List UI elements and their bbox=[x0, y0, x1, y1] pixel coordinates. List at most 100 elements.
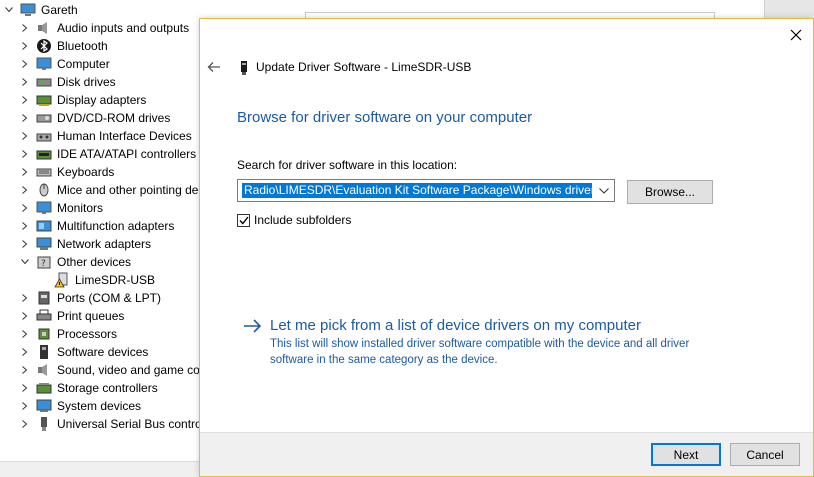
tree-item-multifunction-adapters[interactable]: Multifunction adapters bbox=[0, 217, 205, 235]
tree-item-mice-and-other-pointing-de[interactable]: Mice and other pointing de bbox=[0, 181, 205, 199]
tree-item-label: IDE ATA/ATAPI controllers bbox=[57, 147, 197, 161]
tree-item-disk-drives[interactable]: Disk drives bbox=[0, 73, 205, 91]
tree-item-display-adapters[interactable]: Display adapters bbox=[0, 91, 205, 109]
include-subfolders-checkbox[interactable] bbox=[237, 213, 250, 227]
tree-item-label: Audio inputs and outputs bbox=[57, 21, 190, 35]
tree-item-network-adapters[interactable]: Network adapters bbox=[0, 235, 205, 253]
chevron-right-icon[interactable] bbox=[20, 397, 30, 415]
include-subfolders-label: Include subfolders bbox=[254, 213, 352, 227]
back-button[interactable] bbox=[206, 59, 222, 75]
speaker-icon bbox=[36, 362, 52, 378]
port-icon bbox=[36, 290, 52, 306]
arrow-right-icon bbox=[243, 318, 263, 334]
chevron-right-icon[interactable] bbox=[20, 235, 30, 253]
chevron-right-icon[interactable] bbox=[20, 307, 30, 325]
next-button[interactable]: Next bbox=[651, 443, 721, 466]
tree-item-label: Sound, video and game co bbox=[57, 363, 200, 377]
browse-button[interactable]: Browse... bbox=[627, 180, 713, 204]
chevron-right-icon[interactable] bbox=[20, 181, 30, 199]
chevron-right-icon[interactable] bbox=[20, 217, 30, 235]
chevron-right-icon[interactable] bbox=[20, 19, 30, 37]
chevron-down-icon[interactable] bbox=[20, 253, 30, 271]
tree-item-dvd-cd-rom-drives[interactable]: DVD/CD-ROM drives bbox=[0, 109, 205, 127]
chevron-right-icon[interactable] bbox=[20, 163, 30, 181]
dialog-heading: Browse for driver software on your compu… bbox=[237, 109, 533, 126]
horizontal-scrollbar[interactable] bbox=[0, 461, 200, 477]
update-driver-dialog: Update Driver Software - LimeSDR-USB Bro… bbox=[199, 18, 814, 477]
tree-item-bluetooth[interactable]: Bluetooth bbox=[0, 37, 205, 55]
chevron-right-icon[interactable] bbox=[20, 37, 30, 55]
tree-item-label: Ports (COM & LPT) bbox=[57, 291, 162, 305]
tree-item-label: Network adapters bbox=[57, 237, 152, 251]
close-icon bbox=[790, 29, 802, 41]
tree-root[interactable]: Gareth bbox=[0, 1, 205, 19]
cancel-button[interactable]: Cancel bbox=[730, 443, 800, 466]
chevron-right-icon[interactable] bbox=[20, 73, 30, 91]
usb-icon bbox=[36, 416, 52, 432]
chevron-right-icon[interactable] bbox=[20, 91, 30, 109]
driver-path-value[interactable]: Radio\LIMESDR\Evaluation Kit Software Pa… bbox=[242, 183, 592, 198]
ide-controller-icon bbox=[36, 146, 52, 162]
tree-item-ide-ata-atapi-controllers[interactable]: IDE ATA/ATAPI controllers bbox=[0, 145, 205, 163]
tree-item-label: Computer bbox=[57, 57, 110, 71]
chevron-right-icon[interactable] bbox=[20, 55, 30, 73]
hid-icon bbox=[36, 128, 52, 144]
tree-item-keyboards[interactable]: Keyboards bbox=[0, 163, 205, 181]
tree-item-universal-serial-bus-contro[interactable]: Universal Serial Bus contro bbox=[0, 415, 205, 433]
tree-item-label: Universal Serial Bus contro bbox=[57, 417, 202, 431]
chevron-right-icon[interactable] bbox=[20, 289, 30, 307]
tree-item-label: System devices bbox=[57, 399, 142, 413]
chevron-right-icon[interactable] bbox=[20, 361, 30, 379]
pick-driver-link[interactable]: Let me pick from a list of device driver… bbox=[270, 316, 641, 336]
chevron-right-icon[interactable] bbox=[20, 127, 30, 145]
chevron-right-icon[interactable] bbox=[20, 145, 30, 163]
tree-item-human-interface-devices[interactable]: Human Interface Devices bbox=[0, 127, 205, 145]
tree-item-label: Multifunction adapters bbox=[57, 219, 175, 233]
tree-item-print-queues[interactable]: Print queues bbox=[0, 307, 205, 325]
disk-drive-icon bbox=[36, 74, 52, 90]
tree-item-audio-inputs-and-outputs[interactable]: Audio inputs and outputs bbox=[0, 19, 205, 37]
tree-item-label: Other devices bbox=[57, 255, 132, 269]
chevron-right-icon[interactable] bbox=[20, 199, 30, 217]
chevron-right-icon[interactable] bbox=[20, 379, 30, 397]
driver-path-combobox[interactable]: Radio\LIMESDR\Evaluation Kit Software Pa… bbox=[237, 179, 615, 202]
device-tree: Gareth Audio inputs and outputs Bluetooth C… bbox=[0, 0, 205, 477]
tree-item-label: Software devices bbox=[57, 345, 149, 359]
tree-item-software-devices[interactable]: Software devices bbox=[0, 343, 205, 361]
bluetooth-icon bbox=[36, 38, 52, 54]
keyboard-icon bbox=[36, 164, 52, 180]
tree-item-label: Display adapters bbox=[57, 93, 147, 107]
tree-item-sound-video-and-game-co[interactable]: Sound, video and game co bbox=[0, 361, 205, 379]
tree-item-label: Disk drives bbox=[57, 75, 116, 89]
multifunction-icon bbox=[36, 218, 52, 234]
mouse-icon bbox=[36, 182, 52, 198]
tree-item-limesdr-usb[interactable]: LimeSDR-USB bbox=[0, 271, 205, 289]
unknown-device-icon: ? bbox=[36, 254, 52, 270]
tree-item-other-devices[interactable]: ? Other devices bbox=[0, 253, 205, 271]
chevron-right-icon[interactable] bbox=[20, 325, 30, 343]
chevron-right-icon[interactable] bbox=[20, 109, 30, 127]
tree-item-label: Keyboards bbox=[57, 165, 115, 179]
chevron-right-icon[interactable] bbox=[20, 343, 30, 361]
tree-item-monitors[interactable]: Monitors bbox=[0, 199, 205, 217]
storage-controller-icon bbox=[36, 380, 52, 396]
svg-text:?: ? bbox=[41, 259, 46, 269]
computer-icon bbox=[20, 2, 36, 18]
tree-item-computer[interactable]: Computer bbox=[0, 55, 205, 73]
close-button[interactable] bbox=[787, 26, 805, 44]
dropdown-button[interactable] bbox=[596, 182, 612, 199]
tree-item-processors[interactable]: Processors bbox=[0, 325, 205, 343]
tree-item-label: Print queues bbox=[57, 309, 125, 323]
tree-item-ports-com-lpt[interactable]: Ports (COM & LPT) bbox=[0, 289, 205, 307]
processor-icon bbox=[36, 326, 52, 342]
search-location-label: Search for driver software in this locat… bbox=[237, 158, 458, 172]
tree-item-storage-controllers[interactable]: Storage controllers bbox=[0, 379, 205, 397]
checkmark-icon bbox=[238, 216, 249, 225]
chevron-right-icon[interactable] bbox=[20, 415, 30, 433]
pick-driver-description: This list will show installed driver sof… bbox=[270, 338, 690, 366]
chevron-down-icon[interactable] bbox=[4, 1, 14, 19]
tree-item-system-devices[interactable]: System devices bbox=[0, 397, 205, 415]
printer-icon bbox=[36, 308, 52, 324]
include-subfolders-option[interactable]: Include subfolders bbox=[237, 212, 351, 228]
